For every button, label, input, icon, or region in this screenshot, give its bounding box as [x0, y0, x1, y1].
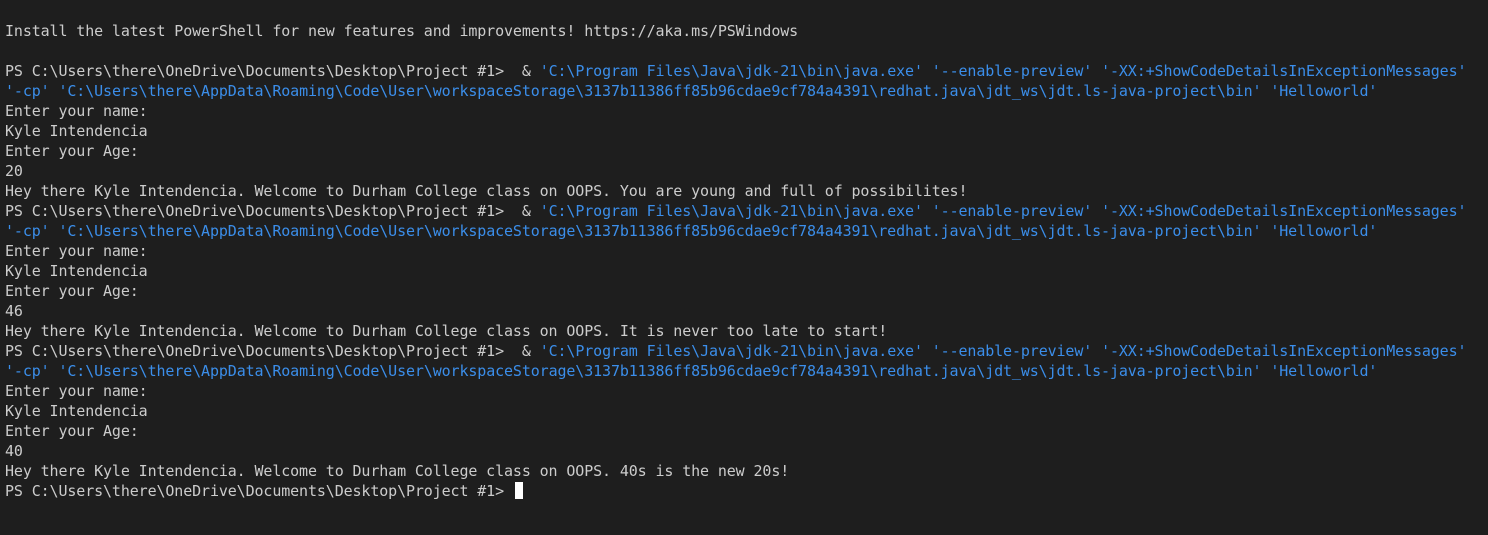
input-line: 20: [5, 162, 23, 180]
output-line: Enter your name:: [5, 382, 148, 400]
output-line: Enter your Age:: [5, 142, 139, 160]
command-line-continued: '-cp' 'C:\Users\there\AppData\Roaming\Co…: [5, 221, 1377, 241]
current-prompt-line[interactable]: PS C:\Users\there\OneDrive\Documents\Des…: [5, 481, 523, 501]
classpath-args: 'C:\Users\there\AppData\Roaming\Code\Use…: [58, 222, 1378, 240]
input-line: Kyle Intendencia: [5, 122, 148, 140]
command-args: 'C:\Program Files\Java\jdk-21\bin\java.e…: [539, 342, 1467, 360]
classpath-args: 'C:\Users\there\AppData\Roaming\Code\Use…: [58, 82, 1378, 100]
cp-flag: '-cp': [5, 362, 50, 380]
output-line: Hey there Kyle Intendencia. Welcome to D…: [5, 182, 968, 200]
input-line: 46: [5, 302, 23, 320]
classpath-args: 'C:\Users\there\AppData\Roaming\Code\Use…: [58, 362, 1378, 380]
terminal-output[interactable]: Install the latest PowerShell for new fe…: [0, 0, 1488, 535]
call-operator: &: [521, 202, 531, 220]
output-line: Hey there Kyle Intendencia. Welcome to D…: [5, 322, 888, 340]
input-line: Kyle Intendencia: [5, 402, 148, 420]
text-cursor: [514, 482, 523, 499]
input-line: Kyle Intendencia: [5, 262, 148, 280]
input-line: 40: [5, 442, 23, 460]
powershell-banner: Install the latest PowerShell for new fe…: [5, 22, 799, 40]
call-operator: &: [521, 342, 531, 360]
output-line: Enter your Age:: [5, 282, 139, 300]
output-line: Enter your name:: [5, 102, 148, 120]
command-line-continued: '-cp' 'C:\Users\there\AppData\Roaming\Co…: [5, 81, 1377, 101]
command-args: 'C:\Program Files\Java\jdk-21\bin\java.e…: [539, 62, 1467, 80]
prompt: PS C:\Users\there\OneDrive\Documents\Des…: [5, 62, 505, 80]
cp-flag: '-cp': [5, 82, 50, 100]
call-operator: &: [521, 62, 531, 80]
prompt: PS C:\Users\there\OneDrive\Documents\Des…: [5, 342, 505, 360]
command-line: PS C:\Users\there\OneDrive\Documents\Des…: [5, 341, 1467, 361]
prompt: PS C:\Users\there\OneDrive\Documents\Des…: [5, 482, 505, 500]
command-line-continued: '-cp' 'C:\Users\there\AppData\Roaming\Co…: [5, 361, 1377, 381]
output-line: Hey there Kyle Intendencia. Welcome to D…: [5, 462, 790, 480]
prompt: PS C:\Users\there\OneDrive\Documents\Des…: [5, 202, 505, 220]
output-line: Enter your Age:: [5, 422, 139, 440]
output-line: Enter your name:: [5, 242, 148, 260]
command-line: PS C:\Users\there\OneDrive\Documents\Des…: [5, 61, 1467, 81]
command-args: 'C:\Program Files\Java\jdk-21\bin\java.e…: [539, 202, 1467, 220]
cp-flag: '-cp': [5, 222, 50, 240]
command-line: PS C:\Users\there\OneDrive\Documents\Des…: [5, 201, 1467, 221]
